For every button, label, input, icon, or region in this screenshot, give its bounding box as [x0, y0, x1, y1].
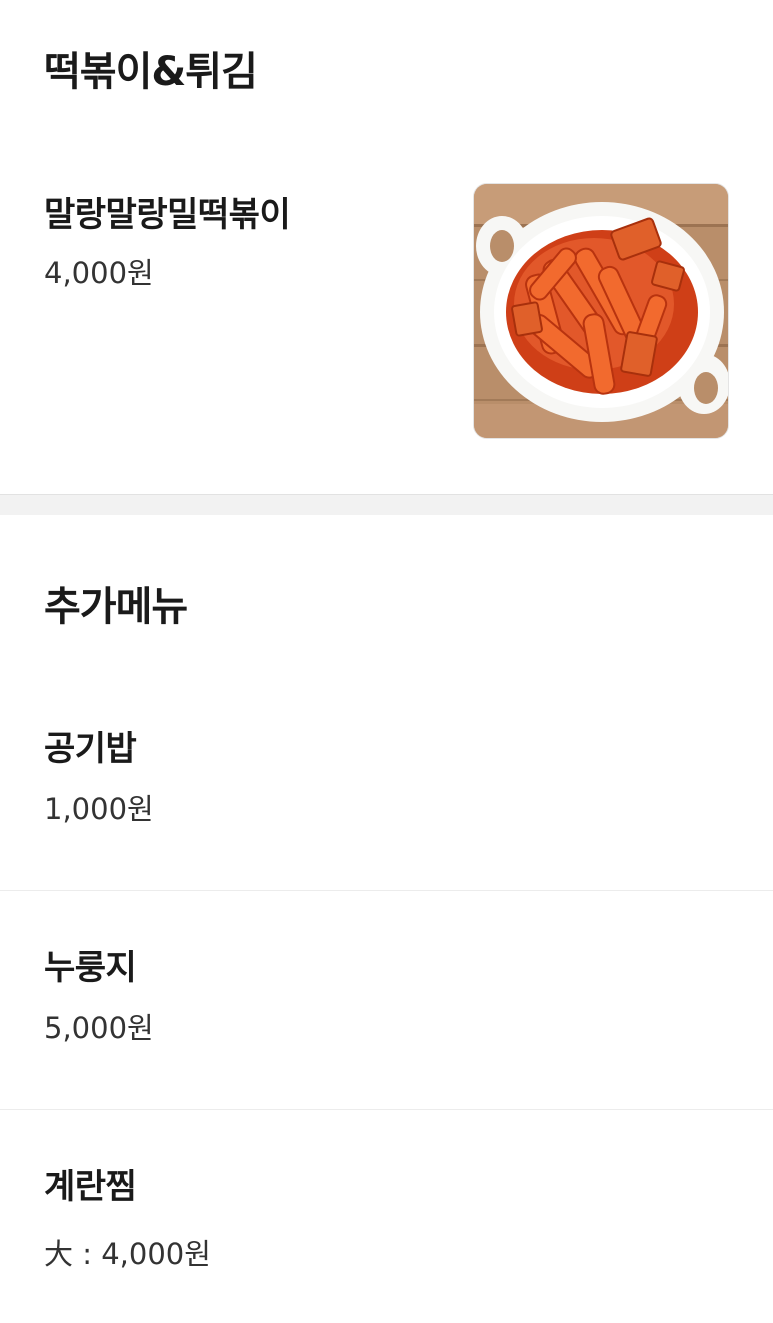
item-price: 大 : 4,000원	[44, 1237, 211, 1271]
item-name: 말랑말랑밀떡볶이	[44, 195, 291, 235]
menu-item-steamed-egg[interactable]: 계란찜 大 : 4,000원	[0, 1110, 773, 1323]
menu-item-nurungji[interactable]: 누룽지 5,000원	[0, 891, 773, 1109]
menu-item-mil-tteokbokki[interactable]: 말랑말랑밀떡볶이 4,000원	[0, 0, 773, 494]
menu-item-rice[interactable]: 공기밥 1,000원	[0, 680, 773, 890]
item-name: 누룽지	[44, 948, 137, 988]
item-price: 1,000원	[44, 792, 154, 826]
tteokbokki-photo	[473, 183, 729, 439]
item-price: 5,000원	[44, 1011, 154, 1045]
item-price: 4,000원	[44, 256, 154, 290]
item-name: 계란찜	[44, 1167, 137, 1207]
section-separator	[0, 494, 773, 515]
item-name: 공기밥	[44, 729, 137, 769]
section-title: 추가메뉴	[44, 584, 188, 630]
